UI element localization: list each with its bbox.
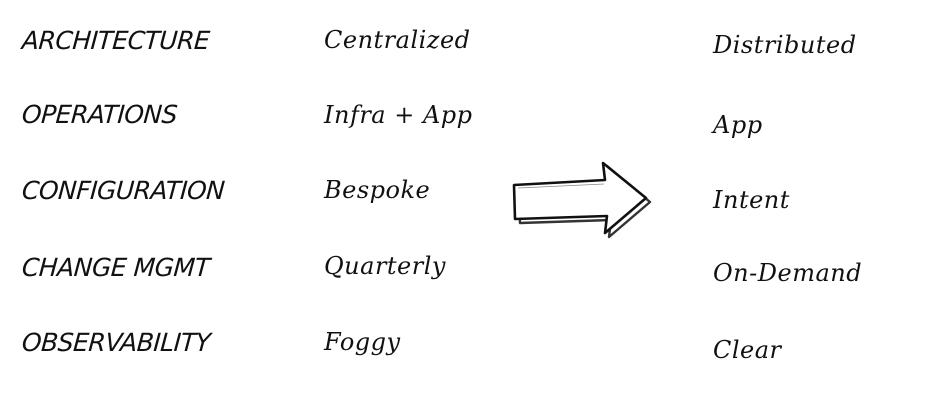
to-architecture: Distributed: [713, 31, 857, 59]
diagram-canvas: { "categories": [ "ARCHITECTURE", "OPERA…: [0, 0, 936, 400]
from-change-mgmt: Quarterly: [324, 252, 446, 280]
category-observability: OBSERVABILITY: [20, 328, 212, 357]
to-observability: Clear: [713, 336, 782, 364]
from-configuration: Bespoke: [324, 176, 431, 204]
category-architecture: ARCHITECTURE: [20, 26, 211, 55]
from-architecture: Centralized: [324, 26, 471, 54]
category-change-mgmt: CHANGE MGMT: [20, 253, 211, 282]
to-change-mgmt: On-Demand: [713, 259, 863, 287]
to-configuration: Intent: [713, 186, 790, 214]
from-operations: Infra + App: [324, 101, 473, 129]
from-observability: Foggy: [324, 328, 401, 356]
to-operations: App: [713, 111, 763, 139]
hand-drawn-arrow-right-icon: [512, 161, 652, 239]
category-operations: OPERATIONS: [20, 100, 179, 129]
category-configuration: CONFIGURATION: [20, 176, 226, 205]
